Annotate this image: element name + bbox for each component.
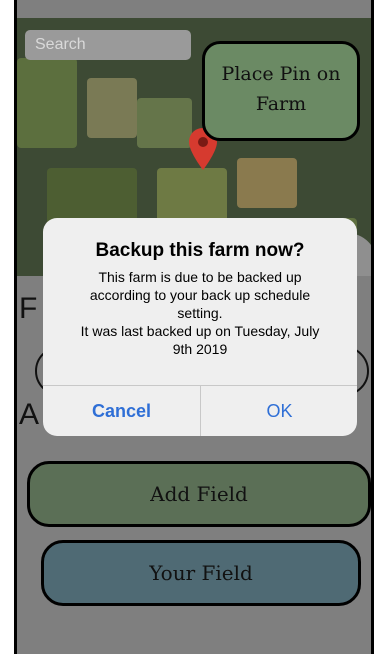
map-field-patch bbox=[237, 158, 297, 208]
alert-message-line: It was last backed up on Tuesday, July bbox=[80, 323, 320, 339]
cancel-button[interactable]: Cancel bbox=[43, 386, 200, 436]
alert-message-line: setting. bbox=[177, 305, 223, 321]
map-field-patch bbox=[137, 98, 192, 148]
alert-title: Backup this farm now? bbox=[95, 240, 305, 261]
farm-heading: F bbox=[19, 292, 38, 325]
alert-message-line: This farm is due to be backed up bbox=[98, 269, 302, 285]
map-field-patch bbox=[87, 78, 137, 138]
alert-message-line: according to your back up schedule bbox=[89, 287, 311, 303]
place-pin-button[interactable]: Place Pin on Farm bbox=[202, 41, 360, 141]
map-field-patch bbox=[17, 58, 77, 148]
alert-message-line: 9th 2019 bbox=[172, 341, 228, 357]
actions-heading: A bbox=[19, 398, 40, 431]
your-field-button[interactable]: Your Field bbox=[41, 540, 361, 606]
alert-message: This farm is due to be backed up accordi… bbox=[59, 268, 341, 358]
app-screen: Search Place Pin on Farm Go F A Add Fiel… bbox=[14, 0, 374, 654]
ok-button[interactable]: OK bbox=[201, 386, 357, 436]
add-field-button[interactable]: Add Field bbox=[27, 461, 371, 527]
search-input[interactable]: Search bbox=[25, 30, 191, 60]
backup-alert-dialog: Backup this farm now? This farm is due t… bbox=[43, 218, 357, 436]
google-attribution: Go bbox=[19, 273, 38, 276]
